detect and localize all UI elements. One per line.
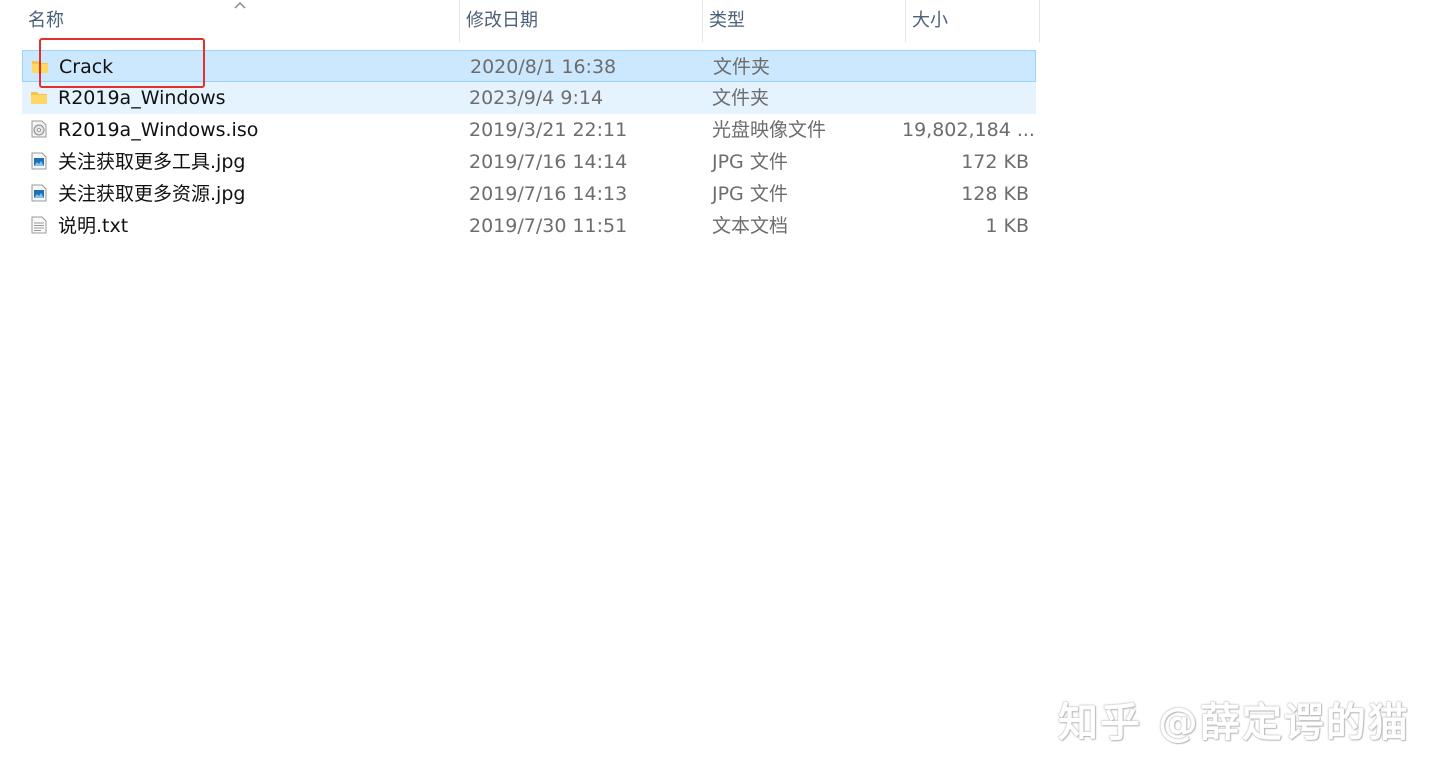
- column-header-type[interactable]: 类型: [703, 0, 906, 42]
- file-size: [903, 51, 1030, 81]
- file-name: 关注获取更多资源.jpg: [58, 183, 246, 205]
- red-highlight-annotation: [39, 38, 205, 88]
- file-name: 说明.txt: [58, 215, 129, 237]
- file-type: 文本文档: [712, 215, 789, 237]
- file-size: 172 KB: [961, 151, 1029, 173]
- image-file-icon: [31, 152, 47, 170]
- file-size: [902, 82, 1029, 112]
- folder-icon: [31, 92, 47, 104]
- file-type: 文件夹: [713, 56, 771, 78]
- file-name: 关注获取更多工具.jpg: [58, 151, 246, 173]
- file-row-txt[interactable]: 说明.txt 2019/7/30 11:51 文本文档 1 KB: [22, 210, 1036, 242]
- file-type: 文件夹: [712, 87, 770, 109]
- image-file-icon: [31, 184, 47, 202]
- file-size: 1 KB: [985, 215, 1029, 237]
- disc-image-icon: [31, 120, 47, 138]
- file-row-jpg-resources[interactable]: 关注获取更多资源.jpg 2019/7/16 14:13 JPG 文件 128 …: [22, 178, 1036, 210]
- column-header-bar: 名称 修改日期 类型 大小: [22, 0, 1040, 42]
- file-row-r2019a-windows-iso[interactable]: R2019a_Windows.iso 2019/3/21 22:11 光盘映像文…: [22, 114, 1036, 146]
- file-date: 2020/8/1 16:38: [470, 56, 617, 78]
- file-date: 2023/9/4 9:14: [469, 87, 604, 109]
- text-file-icon: [31, 216, 47, 234]
- file-type: JPG 文件: [712, 151, 788, 173]
- file-row-jpg-tools[interactable]: 关注获取更多工具.jpg 2019/7/16 14:14 JPG 文件 172 …: [22, 146, 1036, 178]
- sort-ascending-icon: [234, 1, 246, 9]
- file-date: 2019/7/16 14:13: [469, 183, 628, 205]
- file-size: 128 KB: [961, 183, 1029, 205]
- file-size: 19,802,184 ...: [902, 119, 1035, 141]
- column-header-date[interactable]: 修改日期: [460, 0, 703, 42]
- watermark-text: 知乎 @薛定谔的猫: [1058, 700, 1410, 746]
- file-date: 2019/3/21 22:11: [469, 119, 628, 141]
- file-name: R2019a_Windows.iso: [58, 119, 259, 141]
- file-type: JPG 文件: [712, 183, 788, 205]
- file-date: 2019/7/30 11:51: [469, 215, 628, 237]
- file-type: 光盘映像文件: [712, 119, 827, 141]
- file-date: 2019/7/16 14:14: [469, 151, 628, 173]
- column-header-size[interactable]: 大小: [906, 0, 1040, 42]
